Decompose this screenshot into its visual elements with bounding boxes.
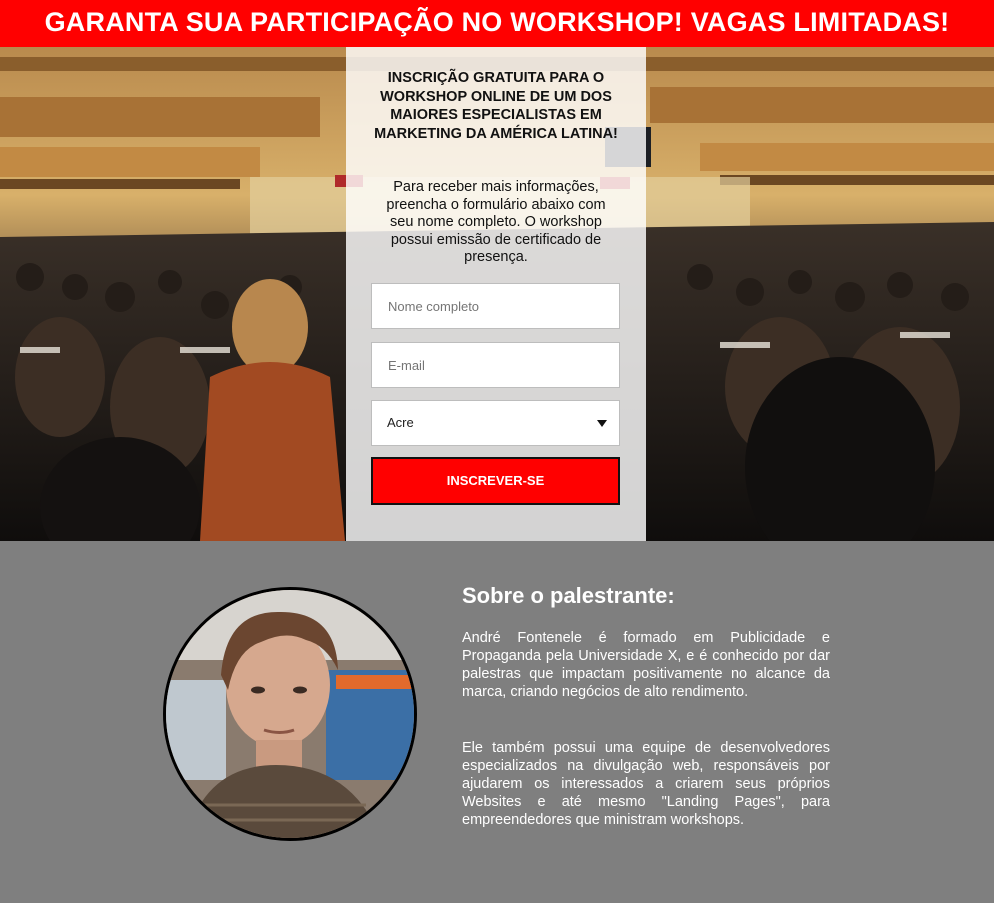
about-speaker-section: Sobre o palestrante: André Fontenele é f…: [0, 541, 994, 903]
subscribe-button[interactable]: INSCREVER-SE: [371, 457, 620, 505]
about-paragraph-2: Ele também possui uma equipe de desenvol…: [462, 740, 830, 828]
speaker-avatar: [163, 587, 417, 841]
about-title: Sobre o palestrante:: [462, 583, 675, 608]
state-select[interactable]: Acre: [371, 400, 620, 446]
hero-section: INSCRIÇÃO GRATUITA PARA O WORKSHOP ONLIN…: [0, 47, 994, 541]
top-banner: GARANTA SUA PARTICIPAÇÃO NO WORKSHOP! VA…: [0, 0, 994, 47]
caret-down-icon: [597, 420, 607, 427]
about-paragraph-1: André Fontenele é formado em Publicidade…: [462, 630, 830, 700]
speaker-photo: [166, 590, 414, 838]
banner-text: GARANTA SUA PARTICIPAÇÃO NO WORKSHOP! VA…: [44, 7, 950, 37]
signup-form-panel: INSCRIÇÃO GRATUITA PARA O WORKSHOP ONLIN…: [346, 47, 646, 541]
email-input[interactable]: [371, 342, 620, 388]
state-select-value: Acre: [387, 415, 414, 430]
full-name-input[interactable]: [371, 283, 620, 329]
form-title: INSCRIÇÃO GRATUITA PARA O WORKSHOP ONLIN…: [374, 70, 618, 142]
form-description: Para receber mais informações, preencha …: [386, 179, 606, 265]
